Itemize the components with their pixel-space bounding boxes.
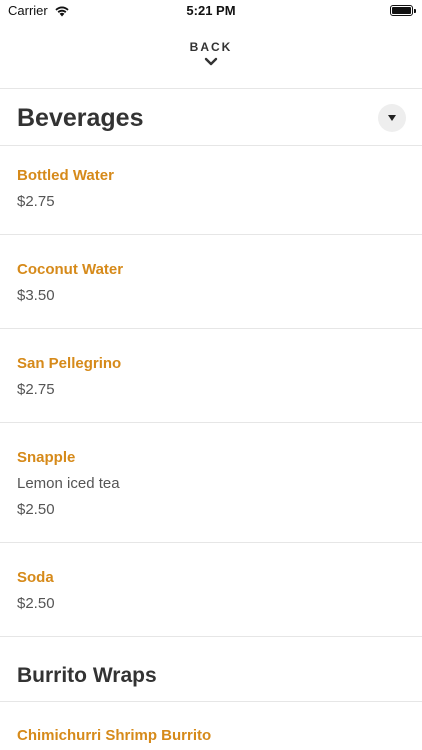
item-name: Snapple — [17, 449, 76, 466]
item-name: Bottled Water — [17, 167, 114, 184]
chevron-down-icon — [204, 57, 218, 66]
item-price: $2.50 — [17, 501, 55, 518]
menu-item[interactable]: Coconut Water $3.50 — [0, 235, 422, 328]
divider — [0, 88, 422, 89]
menu-item[interactable]: Chimichurri Shrimp Burrito — [0, 702, 422, 750]
battery-icon — [390, 5, 416, 16]
item-price: $2.75 — [17, 193, 55, 210]
item-price: $2.50 — [17, 595, 55, 612]
menu-item[interactable]: San Pellegrino $2.75 — [0, 329, 422, 422]
status-bar: Carrier 5:21 PM — [0, 0, 422, 22]
item-name: Coconut Water — [17, 261, 124, 278]
back-button[interactable]: BACK — [0, 40, 422, 67]
section-dropdown-button[interactable] — [378, 104, 406, 132]
item-description: Lemon iced tea — [17, 475, 120, 492]
back-label: BACK — [189, 40, 233, 54]
item-price: $2.75 — [17, 381, 55, 398]
item-name: Chimichurri Shrimp Burrito — [17, 727, 212, 744]
status-time: 5:21 PM — [186, 3, 236, 18]
item-price: $3.50 — [17, 287, 55, 304]
dropdown-caret-icon — [388, 115, 396, 121]
menu-item[interactable]: Snapple Lemon iced tea $2.50 — [0, 423, 422, 542]
section-title-beverages: Beverages — [17, 104, 144, 132]
divider — [0, 636, 422, 637]
section-title-burrito-wraps: Burrito Wraps — [17, 664, 157, 687]
menu-item[interactable]: Bottled Water $2.75 — [0, 146, 422, 234]
item-name: Soda — [17, 569, 54, 586]
item-name: San Pellegrino — [17, 355, 122, 372]
menu-item[interactable]: Soda $2.50 — [0, 543, 422, 636]
